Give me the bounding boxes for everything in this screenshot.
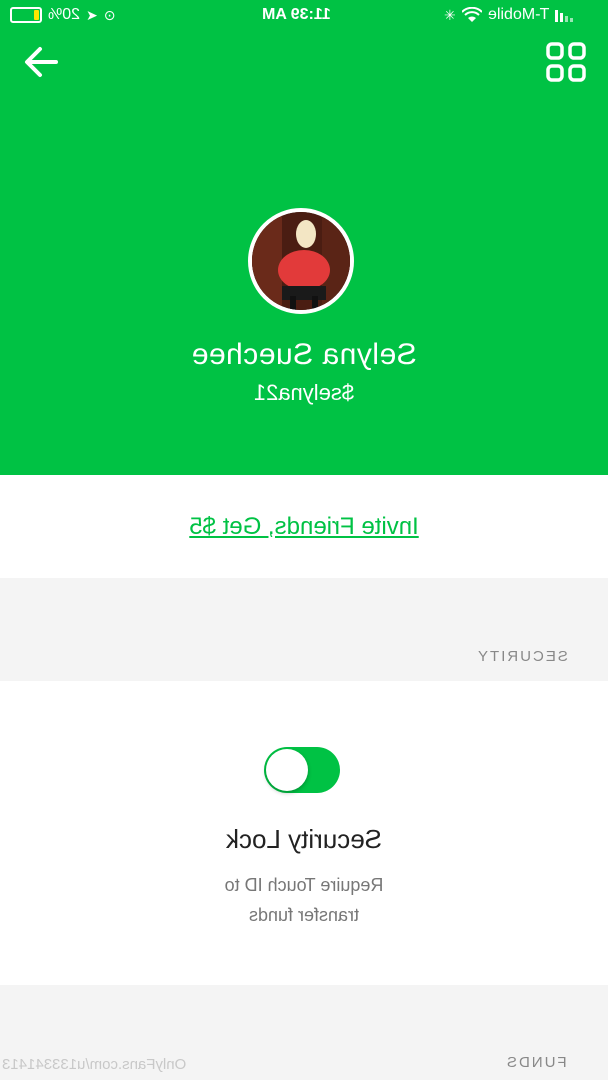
invite-section: Invite Friends, Get $5 [0, 475, 608, 578]
invite-friends-link[interactable]: Invite Friends, Get $5 [0, 513, 608, 541]
status-left: 20% ➤ ⊙ [10, 6, 116, 24]
security-lock-title: Security Lock [225, 824, 383, 854]
avatar-photo [252, 212, 350, 310]
security-lock-description-line2: transfer funds [248, 905, 360, 925]
security-lock-description-line1: Require Touch ID to [224, 875, 384, 895]
back-arrow-icon[interactable] [22, 44, 60, 80]
profile-cashtag: $selyna21 [253, 380, 355, 405]
qr-code-icon[interactable] [546, 42, 586, 82]
wifi-icon [461, 7, 482, 22]
carrier-name: T-Mobile [487, 6, 550, 23]
battery-icon [10, 7, 42, 23]
toggle-knob [266, 749, 308, 791]
status-right: ✳ T-Mobile [444, 6, 574, 24]
funds-section-label: FUNDS [505, 1054, 567, 1071]
profile-name: Selyna Suechee [191, 338, 417, 371]
security-section-label: SECURITY [476, 648, 568, 665]
rotation-lock-icon: ⊙ [103, 6, 116, 23]
location-icon: ➤ [86, 6, 98, 23]
watermark: OnlyFans.com/u133341413 [2, 1056, 187, 1073]
security-lock-description: Require Touch ID to transfer funds [0, 870, 608, 930]
status-time-wrap: 11:39 AM [262, 6, 331, 24]
status-time: 11:39 AM [262, 6, 331, 23]
security-lock-toggle[interactable] [264, 747, 340, 793]
battery-percent: 20% [48, 6, 81, 23]
loading-icon: ✳ [444, 6, 456, 23]
signal-icon [555, 10, 574, 22]
status-bar: 20% ➤ ⊙ 11:39 AM ✳ T-Mobile [0, 0, 608, 32]
avatar[interactable] [248, 208, 354, 314]
